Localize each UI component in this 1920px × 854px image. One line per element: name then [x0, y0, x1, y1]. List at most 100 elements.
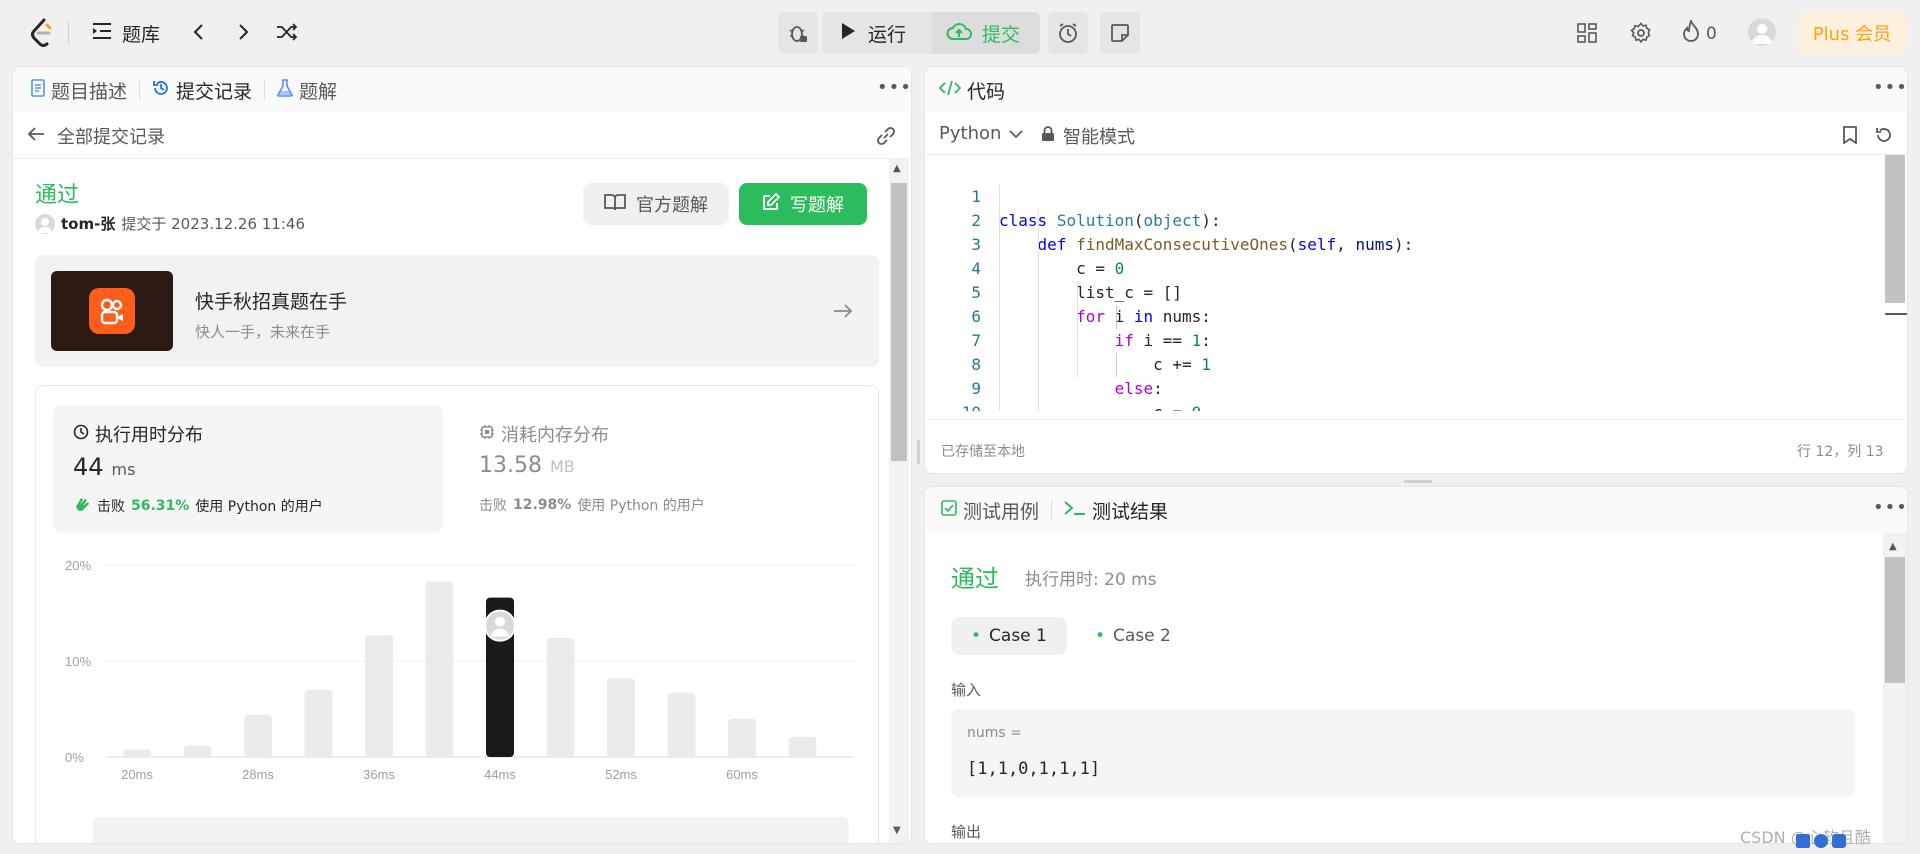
- tab-test-results[interactable]: 测试结果: [1064, 497, 1168, 524]
- left-scroll-up[interactable]: ▲: [893, 163, 901, 174]
- clock-icon: [73, 424, 89, 445]
- list-icon: [92, 22, 112, 45]
- promo-subtitle: 快人一手，未来在手: [195, 323, 331, 341]
- panel-resizer[interactable]: [917, 440, 920, 464]
- bookmark-button[interactable]: [1839, 123, 1861, 147]
- avatar[interactable]: [1748, 18, 1776, 46]
- chart-minimap[interactable]: [93, 817, 849, 843]
- chart-bar: [425, 581, 454, 757]
- write-solution-button[interactable]: 写题解: [739, 183, 867, 225]
- memory-title[interactable]: 消耗内存分布: [479, 421, 609, 447]
- editor-scrollbar-thumb[interactable]: [1885, 155, 1905, 303]
- notes-button[interactable]: [1108, 20, 1132, 46]
- runtime-value-row: 44 ms: [73, 453, 135, 481]
- case-2-dot: •: [1095, 626, 1106, 646]
- run-button[interactable]: 运行: [840, 20, 906, 47]
- leetcode-logo[interactable]: [28, 16, 56, 50]
- memory-unit: MB: [549, 457, 575, 476]
- runtime-distribution-chart[interactable]: 20% 10% 0% 20ms 28ms 36ms 44ms 52ms 60ms: [53, 547, 873, 797]
- code-line-4: list_c = []: [999, 283, 1183, 302]
- chart-x-tick-label: 60ms: [726, 767, 758, 782]
- next-problem-button[interactable]: [232, 20, 256, 44]
- back-to-all-submissions[interactable]: 全部提交记录: [27, 123, 165, 149]
- tray-gear-icon[interactable]: [1832, 834, 1846, 848]
- chevron-right-icon: [239, 24, 249, 40]
- problem-bank-button[interactable]: 题库: [92, 20, 160, 47]
- case-1-label: Case 1: [989, 626, 1047, 646]
- test-scrollbar-thumb[interactable]: [1885, 557, 1905, 683]
- left-scroll-down[interactable]: ▼: [893, 825, 901, 836]
- chart-x-tick-label: 44ms: [484, 767, 516, 782]
- runtime-beat-suffix: 使用 Python 的用户: [195, 499, 323, 515]
- memory-beat: 击败 12.98% 使用 Python 的用户: [479, 495, 705, 515]
- username[interactable]: tom-张: [61, 213, 115, 234]
- runtime-beat: 击败 56.31% 使用 Python 的用户: [73, 495, 323, 517]
- layout-button[interactable]: [1574, 20, 1600, 46]
- case-2-label: Case 2: [1113, 626, 1171, 646]
- tab-solutions[interactable]: 题解: [277, 77, 337, 104]
- tab-submissions[interactable]: 提交记录: [152, 77, 252, 104]
- code-editor[interactable]: 1 class Solution(object): 2 def findMaxC…: [925, 155, 1885, 411]
- tab-description[interactable]: 题目描述: [31, 77, 127, 104]
- reset-code-button[interactable]: [1873, 123, 1895, 147]
- test-scroll-up[interactable]: ▲: [1889, 541, 1897, 552]
- output-label: 输出: [951, 823, 982, 841]
- reset-icon: [1876, 128, 1891, 142]
- smart-mode-toggle[interactable]: 智能模式: [1041, 123, 1135, 149]
- share-link-button[interactable]: [873, 123, 899, 149]
- clap-icon: [73, 495, 91, 517]
- tab-separator: [1051, 501, 1053, 519]
- submit-button[interactable]: 提交: [946, 20, 1020, 47]
- code-line-1: class Solution(object):: [999, 211, 1221, 230]
- top-bar: 题库 运行 提交 0 Plus 会员: [0, 0, 1920, 66]
- case-2-tab[interactable]: • Case 2: [1079, 617, 1187, 655]
- saved-status: 已存储至本地: [941, 444, 1025, 460]
- chart-bar: [546, 637, 575, 757]
- memory-beat-suffix: 使用 Python 的用户: [577, 498, 705, 514]
- test-panel-more-button[interactable]: •••: [1873, 497, 1907, 518]
- arrow-right-icon: [834, 304, 853, 318]
- code-line-7: c += 1: [999, 355, 1211, 374]
- streak-counter[interactable]: 0: [1682, 17, 1717, 47]
- prev-problem-button[interactable]: [186, 20, 210, 44]
- official-solution-button[interactable]: 官方题解: [583, 183, 729, 225]
- indent-guide: [999, 185, 1000, 411]
- memory-beat-pct: 12.98%: [513, 497, 572, 513]
- plus-member-button[interactable]: Plus 会员: [1798, 12, 1906, 54]
- chart-x-tick-label: 28ms: [242, 767, 274, 782]
- flame-icon: [1682, 17, 1700, 47]
- editor-scroll-marker: [1885, 313, 1907, 315]
- tab-code[interactable]: 代码: [938, 77, 1005, 104]
- tab-submissions-label: 提交记录: [176, 80, 253, 103]
- submission-status: 通过: [35, 183, 80, 208]
- code-icon: [938, 79, 962, 101]
- code-panel-more-button[interactable]: •••: [1873, 77, 1907, 98]
- random-problem-button[interactable]: [274, 20, 300, 44]
- chart-y-tick-label: 0%: [65, 750, 84, 765]
- ime-icon[interactable]: [1796, 834, 1810, 848]
- case-1-tab[interactable]: • Case 1: [951, 617, 1067, 655]
- runtime-title-label: 执行用时分布: [95, 425, 203, 446]
- code-line-6: if i == 1:: [1114, 331, 1211, 350]
- bug-lock-icon: [789, 26, 807, 42]
- debug-button[interactable]: [786, 20, 810, 46]
- promo-arrow[interactable]: [831, 299, 855, 323]
- settings-button[interactable]: [1628, 20, 1654, 46]
- left-panel: 题目描述 提交记录 题解 ••• 全部提交记录 通过 tom-张 提交于 202…: [12, 66, 912, 844]
- indent-guide: [1038, 209, 1039, 411]
- memory-value: 13.58: [479, 453, 542, 478]
- case-1-dot: •: [971, 626, 982, 646]
- left-scrollbar-thumb[interactable]: [891, 183, 907, 461]
- chart-x-tick-label: 52ms: [605, 767, 637, 782]
- taskbar-tray-icons[interactable]: [1796, 834, 1846, 848]
- timer-button[interactable]: [1056, 20, 1080, 46]
- editor-status-bar: [925, 419, 1907, 473]
- runtime-value: 44: [73, 453, 104, 481]
- tab-test-cases[interactable]: 测试用例: [941, 497, 1039, 524]
- moon-icon[interactable]: [1814, 834, 1828, 848]
- code-line-8: else:: [1114, 379, 1163, 398]
- left-panel-more-button[interactable]: •••: [877, 77, 911, 98]
- memory-value-row: 13.58 MB: [479, 453, 575, 478]
- editor-resizer[interactable]: [1404, 480, 1432, 483]
- language-select[interactable]: Python: [939, 123, 1024, 144]
